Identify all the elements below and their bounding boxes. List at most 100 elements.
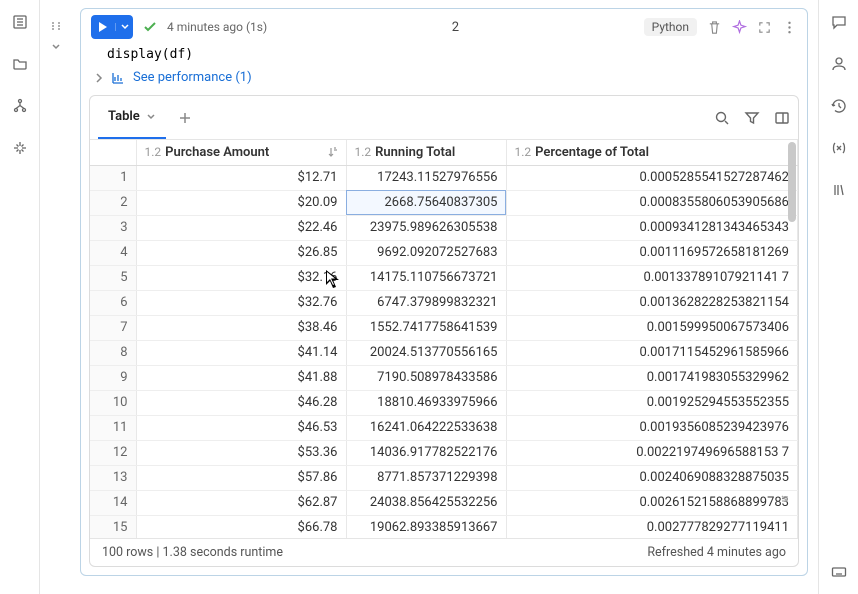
table-row[interactable]: 7$38.461552.74177586415390.0015999500675… [90, 315, 798, 340]
folder-icon[interactable] [8, 52, 32, 76]
cell-purchase-amount[interactable]: $41.14 [136, 340, 346, 365]
code-content[interactable]: display(df) [81, 45, 807, 68]
kebab-icon[interactable] [782, 20, 797, 35]
cell-percentage[interactable]: 0.0026152158868899783 [506, 490, 798, 515]
variables-icon[interactable] [827, 136, 851, 160]
cell-running-total[interactable]: 20024.513770556165 [346, 340, 506, 365]
row-number[interactable]: 10 [90, 390, 136, 415]
cell-percentage[interactable]: 0.0011169572658181269 [506, 240, 798, 265]
cell-purchase-amount[interactable]: $46.28 [136, 390, 346, 415]
add-tab-button[interactable] [178, 111, 192, 125]
cell-percentage[interactable]: 0.002777829277119411 [506, 515, 798, 538]
language-tag[interactable]: Python [644, 18, 697, 36]
cell-percentage[interactable]: 0.00133789107921141 7 [506, 265, 798, 290]
col-header-pct[interactable]: 1.2Percentage of Total [506, 140, 798, 165]
cell-running-total[interactable]: 8771.857371229398 [346, 465, 506, 490]
keyboard-icon[interactable] [827, 560, 851, 584]
vertical-scrollbar[interactable] [788, 142, 796, 222]
cell-running-total[interactable]: 24038.856425532256 [346, 490, 506, 515]
row-number[interactable]: 15 [90, 515, 136, 538]
sparkle-icon[interactable] [8, 136, 32, 160]
panel-icon[interactable] [774, 110, 790, 126]
row-number[interactable]: 9 [90, 365, 136, 390]
cell-purchase-amount[interactable]: $26.85 [136, 240, 346, 265]
table-row[interactable]: 10$46.2818810.469339759660.0019252945535… [90, 390, 798, 415]
table-row[interactable]: 2$20.092668.756408373050.000835580605390… [90, 190, 798, 215]
cell-running-total[interactable]: 6747.379899832321 [346, 290, 506, 315]
sort-icon[interactable] [326, 146, 338, 158]
trash-icon[interactable] [707, 20, 722, 35]
row-number[interactable]: 14 [90, 490, 136, 515]
cell-running-total[interactable]: 16241.064222533638 [346, 415, 506, 440]
expand-icon[interactable] [757, 20, 772, 35]
table-row[interactable]: 13$57.868771.8573712293980.0024069088328… [90, 465, 798, 490]
table-row[interactable]: 11$46.5316241.0642225336380.001935608523… [90, 415, 798, 440]
row-number[interactable]: 5 [90, 265, 136, 290]
cell-purchase-amount[interactable]: $32.76 [136, 290, 346, 315]
table-row[interactable]: 5$32.1614175.1107566737210.0013378910792… [90, 265, 798, 290]
library-icon[interactable] [827, 178, 851, 202]
search-icon[interactable] [714, 110, 730, 126]
row-number[interactable]: 11 [90, 415, 136, 440]
cell-percentage[interactable]: 0.0005285541527287462 [506, 165, 798, 190]
cell-running-total[interactable]: 23975.989626305538 [346, 215, 506, 240]
table-row[interactable]: 3$22.4623975.9896263055380.0009341281343… [90, 215, 798, 240]
resize-corner-icon[interactable] [776, 490, 788, 502]
rownum-header[interactable] [90, 140, 136, 165]
cell-purchase-amount[interactable]: $41.88 [136, 365, 346, 390]
ai-assist-icon[interactable] [732, 20, 747, 35]
user-icon[interactable] [827, 52, 851, 76]
cell-percentage[interactable]: 0.0008355806053905686 [506, 190, 798, 215]
cell-purchase-amount[interactable]: $66.78 [136, 515, 346, 538]
cell-percentage[interactable]: 0.0017115452961585966 [506, 340, 798, 365]
col-header-running[interactable]: 1.2Running Total [346, 140, 506, 165]
col-header-purchase[interactable]: 1.2Purchase Amount [136, 140, 346, 165]
tab-table[interactable]: Table [98, 96, 166, 139]
collapse-chevron-icon[interactable] [51, 42, 61, 52]
table-row[interactable]: 15$66.7819062.8933859136670.002777829277… [90, 515, 798, 538]
cell-percentage[interactable]: 0.002219749696588153 7 [506, 440, 798, 465]
cell-percentage[interactable]: 0.001599950067573406 [506, 315, 798, 340]
table-row[interactable]: 1$12.7117243.115279765560.00052855415272… [90, 165, 798, 190]
cell-percentage[interactable]: 0.0009341281343465343 [506, 215, 798, 240]
schema-icon[interactable] [8, 94, 32, 118]
row-number[interactable]: 2 [90, 190, 136, 215]
row-number[interactable]: 3 [90, 215, 136, 240]
cell-purchase-amount[interactable]: $46.53 [136, 415, 346, 440]
cell-running-total[interactable]: 18810.46933975966 [346, 390, 506, 415]
drag-handle-icon[interactable] [50, 20, 62, 32]
cell-purchase-amount[interactable]: $22.46 [136, 215, 346, 240]
cell-purchase-amount[interactable]: $57.86 [136, 465, 346, 490]
cell-percentage[interactable]: 0.0019356085239423976 [506, 415, 798, 440]
table-row[interactable]: 6$32.766747.3798998323210.00136282282538… [90, 290, 798, 315]
cell-purchase-amount[interactable]: $38.46 [136, 315, 346, 340]
chevron-down-icon[interactable] [146, 112, 156, 122]
cell-running-total[interactable]: 19062.893385913667 [346, 515, 506, 538]
cell-percentage[interactable]: 0.0024069088328875035 [506, 465, 798, 490]
row-number[interactable]: 6 [90, 290, 136, 315]
row-number[interactable]: 1 [90, 165, 136, 190]
cell-running-total[interactable]: 17243.11527976556 [346, 165, 506, 190]
cell-percentage[interactable]: 0.001925294553552355 [506, 390, 798, 415]
cell-purchase-amount[interactable]: $12.71 [136, 165, 346, 190]
table-row[interactable]: 12$53.3614036.9177825221760.002219749696… [90, 440, 798, 465]
cell-percentage[interactable]: 0.001741983055329962 [506, 365, 798, 390]
performance-row[interactable]: See performance (1) [81, 68, 807, 95]
cell-running-total[interactable]: 14036.917782522176 [346, 440, 506, 465]
chat-icon[interactable] [827, 10, 851, 34]
filter-icon[interactable] [744, 110, 760, 126]
performance-link[interactable]: See performance (1) [133, 70, 252, 85]
data-grid[interactable]: 1.2Purchase Amount 1.2Running Total 1.2P… [90, 140, 798, 538]
table-row[interactable]: 14$62.8724038.8564255322560.002615215886… [90, 490, 798, 515]
table-row[interactable]: 9$41.887190.5089784335860.00174198305532… [90, 365, 798, 390]
cell-running-total[interactable]: 2668.75640837305 [346, 190, 506, 215]
cell-running-total[interactable]: 9692.092072527683 [346, 240, 506, 265]
row-number[interactable]: 8 [90, 340, 136, 365]
row-number[interactable]: 7 [90, 315, 136, 340]
cell-running-total[interactable]: 14175.110756673721 [346, 265, 506, 290]
run-dropdown-icon[interactable] [115, 23, 133, 31]
table-row[interactable]: 4$26.859692.0920725276830.00111695726581… [90, 240, 798, 265]
row-number[interactable]: 13 [90, 465, 136, 490]
cell-purchase-amount[interactable]: $62.87 [136, 490, 346, 515]
table-row[interactable]: 8$41.1420024.5137705561650.0017115452961… [90, 340, 798, 365]
